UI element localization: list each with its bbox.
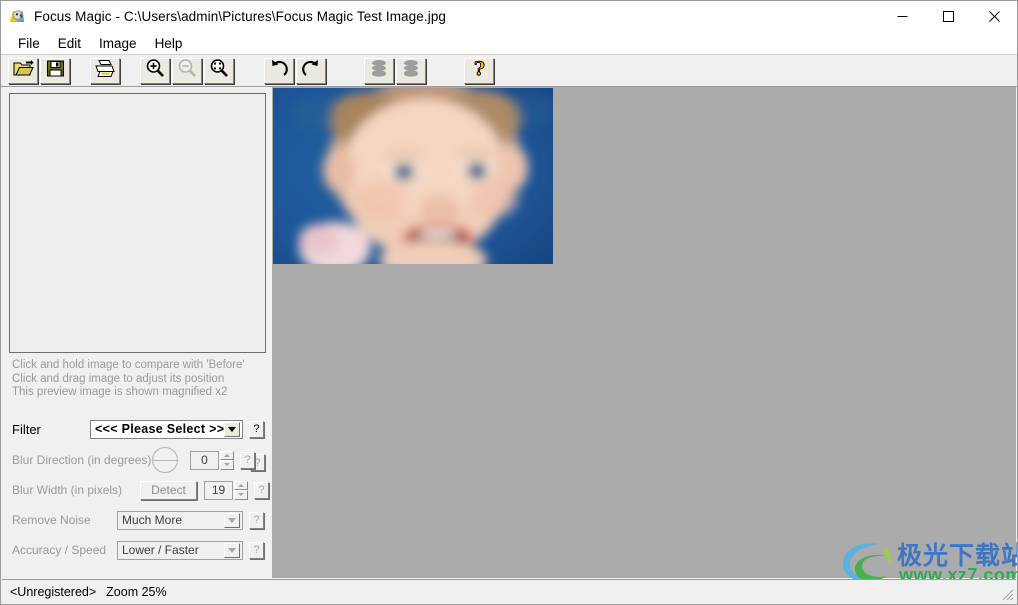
blur-width-value[interactable]: 19 bbox=[204, 480, 233, 500]
blur-direction-decrement[interactable] bbox=[220, 460, 234, 470]
blur-width-stepper[interactable]: 19 bbox=[204, 480, 248, 500]
remove-noise-label: Remove Noise bbox=[12, 513, 91, 527]
window-title: Focus Magic - C:\Users\admin\Pictures\Fo… bbox=[34, 9, 447, 24]
zoom-out-icon bbox=[177, 58, 197, 83]
chevron-down-icon[interactable] bbox=[224, 421, 240, 437]
image-canvas[interactable] bbox=[272, 87, 1016, 578]
blur-direction-row: Blur Direction (in degrees) 0 ? bbox=[12, 447, 264, 473]
svg-text:?: ? bbox=[473, 59, 484, 78]
menu-item-help[interactable]: Help bbox=[146, 34, 192, 53]
detect-button[interactable]: Detect bbox=[140, 480, 197, 500]
title-bar: Focus Magic - C:\Users\admin\Pictures\Fo… bbox=[1, 1, 1017, 32]
hint-line-compare: Click and hold image to compare with 'Be… bbox=[12, 359, 245, 371]
menu-item-image[interactable]: Image bbox=[90, 34, 146, 53]
accuracy-speed-value: Lower / Faster bbox=[122, 543, 199, 557]
preview-hints: Click and hold image to compare with 'Be… bbox=[12, 359, 262, 400]
menu-bar: File Edit Image Help bbox=[1, 32, 1017, 54]
zoom-level: Zoom 25% bbox=[106, 584, 167, 599]
minimize-icon[interactable] bbox=[879, 1, 925, 32]
accuracy-speed-row: Accuracy / Speed Lower / Faster ? bbox=[12, 539, 264, 561]
accuracy-speed-label: Accuracy / Speed bbox=[12, 543, 107, 557]
blur-direction-label: Blur Direction (in degrees) bbox=[12, 453, 152, 467]
accuracy-speed-help-button[interactable]: ? bbox=[249, 541, 264, 559]
blur-width-decrement[interactable] bbox=[234, 490, 248, 500]
blur-direction-stepper[interactable]: 0 bbox=[190, 450, 234, 470]
undo-arrow-icon bbox=[269, 59, 289, 83]
open-file-button[interactable] bbox=[8, 57, 38, 84]
remove-noise-value: Much More bbox=[122, 513, 183, 527]
redo-arrow-icon bbox=[301, 59, 321, 83]
remove-noise-row: Remove Noise Much More ? bbox=[12, 509, 264, 531]
toolbar: ? bbox=[1, 54, 1017, 87]
filter-help-button[interactable]: ? bbox=[249, 420, 264, 438]
blur-width-row: Blur Width (in pixels) Detect 19 ? bbox=[12, 479, 269, 501]
filter-select[interactable]: <<< Please Select >>> bbox=[90, 419, 243, 439]
filter-label: Filter bbox=[12, 421, 41, 437]
hint-line-drag: Click and drag image to adjust its posit… bbox=[12, 372, 225, 385]
chevron-down-icon[interactable] bbox=[224, 512, 240, 528]
blur-stack-icon bbox=[402, 59, 420, 83]
blur-width-help-button[interactable]: ? bbox=[254, 481, 269, 499]
blur-direction-help-button[interactable]: ? bbox=[240, 451, 255, 469]
control-panel: Click and hold image to compare with 'Be… bbox=[2, 87, 272, 578]
blur-width-label: Blur Width (in pixels) bbox=[12, 483, 123, 497]
redo-button[interactable] bbox=[296, 57, 326, 84]
blur-direction-dial[interactable] bbox=[152, 447, 178, 473]
floppy-disk-icon bbox=[46, 59, 65, 83]
close-icon[interactable] bbox=[971, 1, 1017, 32]
printer-icon bbox=[94, 59, 116, 83]
menu-item-file[interactable]: File bbox=[9, 34, 49, 53]
resize-grip[interactable] bbox=[1000, 587, 1014, 601]
blur-direction-increment[interactable] bbox=[220, 450, 234, 460]
blur-stack-icon bbox=[370, 59, 388, 83]
undo-button[interactable] bbox=[264, 57, 294, 84]
status-bar: <Unregistered> Zoom 25% bbox=[2, 579, 1016, 603]
blur-width-increment[interactable] bbox=[234, 480, 248, 490]
menu-item-edit[interactable]: Edit bbox=[49, 34, 90, 53]
zoom-in-icon bbox=[145, 58, 165, 83]
hint-line-magnify: This preview image is shown magnified x2 bbox=[12, 386, 228, 398]
parrot-icon bbox=[9, 8, 26, 25]
accuracy-speed-select[interactable]: Lower / Faster bbox=[117, 540, 243, 560]
preview-image-box[interactable] bbox=[9, 93, 266, 353]
remove-noise-help-button[interactable]: ? bbox=[249, 511, 264, 529]
open-folder-icon bbox=[13, 59, 34, 83]
sharp-preview-button bbox=[396, 57, 426, 84]
chevron-down-icon[interactable] bbox=[224, 542, 240, 558]
save-file-button[interactable] bbox=[40, 57, 70, 84]
filter-row: Filter <<< Please Select >>> ? bbox=[12, 418, 264, 440]
blur-preview-button bbox=[364, 57, 394, 84]
help-button[interactable]: ? bbox=[464, 57, 494, 84]
loaded-photo[interactable] bbox=[273, 88, 553, 264]
window-controls bbox=[879, 1, 1017, 32]
zoom-fit-icon bbox=[209, 58, 229, 83]
focus-magic-window: Focus Magic - C:\Users\admin\Pictures\Fo… bbox=[0, 0, 1018, 605]
zoom-in-button[interactable] bbox=[140, 57, 170, 84]
zoom-fit-button[interactable] bbox=[204, 57, 234, 84]
remove-noise-select[interactable]: Much More bbox=[117, 510, 243, 530]
question-mark-icon: ? bbox=[471, 57, 488, 83]
zoom-out-button bbox=[172, 57, 202, 84]
filter-value: <<< Please Select >>> bbox=[95, 422, 224, 436]
blur-direction-value[interactable]: 0 bbox=[190, 450, 219, 470]
registration-status: <Unregistered> bbox=[10, 584, 97, 599]
maximize-icon[interactable] bbox=[925, 1, 971, 32]
print-button[interactable] bbox=[90, 57, 120, 84]
